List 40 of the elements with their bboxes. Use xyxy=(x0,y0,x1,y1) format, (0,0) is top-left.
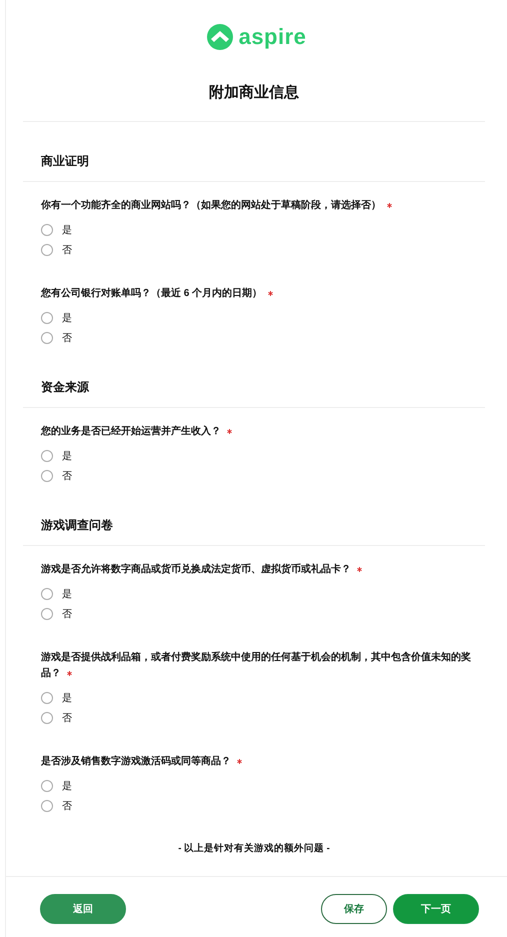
back-button[interactable]: 返回 xyxy=(40,894,126,924)
option-label[interactable]: 否 xyxy=(62,799,72,813)
question-text: 您的业务是否已经开始运营并产生收入？ xyxy=(41,426,221,437)
radio-button[interactable] xyxy=(41,712,53,724)
radio-button[interactable] xyxy=(41,800,53,812)
radio-button[interactable] xyxy=(41,450,53,462)
question-text: 是否涉及销售数字游戏激活码或同等商品？ xyxy=(41,756,231,767)
section-title: 资金来源 xyxy=(41,379,90,396)
radio-button[interactable] xyxy=(41,608,53,620)
option-label[interactable]: 是 xyxy=(62,587,72,601)
option-label[interactable]: 是 xyxy=(62,449,72,463)
radio-button[interactable] xyxy=(41,470,53,482)
question-text: 游戏是否提供战利品箱，或者付费奖励系统中使用的任何基于机会的机制，其中包含价值未知的奖品？ xyxy=(41,652,471,679)
option-label[interactable]: 是 xyxy=(62,691,72,705)
radio-button[interactable] xyxy=(41,332,53,344)
radio-button[interactable] xyxy=(41,588,53,600)
radio-button[interactable] xyxy=(41,780,53,792)
logo-icon xyxy=(206,24,233,50)
option-label[interactable]: 否 xyxy=(62,331,72,345)
logo-text: aspire xyxy=(238,24,306,50)
option-label[interactable]: 否 xyxy=(62,711,72,725)
question-text: 你有一个功能齐全的商业网站吗？（如果您的网站处于草稿阶段，请选择否） xyxy=(41,200,381,211)
section-title: 商业证明 xyxy=(41,153,90,170)
option-label[interactable]: 否 xyxy=(62,469,72,483)
radio-button[interactable] xyxy=(41,224,53,236)
option-label[interactable]: 否 xyxy=(62,607,72,621)
save-button[interactable]: 保存 xyxy=(321,894,387,924)
question-text: 游戏是否允许将数字商品或货币兑换成法定货币、虚拟货币或礼品卡？ xyxy=(41,564,351,575)
radio-button[interactable] xyxy=(41,312,53,324)
option-label[interactable]: 是 xyxy=(62,779,72,793)
option-label[interactable]: 否 xyxy=(62,243,72,257)
section-note: - 以上是针对有关游戏的额外问题 - xyxy=(177,842,331,855)
option-label[interactable]: 是 xyxy=(62,311,72,325)
question-text: 您有公司银行对账单吗？（最近 6 个月内的日期） xyxy=(41,288,262,299)
section-title: 游戏调查问卷 xyxy=(41,517,114,534)
next-button[interactable]: 下一页 xyxy=(393,894,479,924)
page-title: 附加商业信息 xyxy=(208,83,300,103)
radio-button[interactable] xyxy=(41,244,53,256)
radio-button[interactable] xyxy=(41,692,53,704)
option-label[interactable]: 是 xyxy=(62,223,72,237)
